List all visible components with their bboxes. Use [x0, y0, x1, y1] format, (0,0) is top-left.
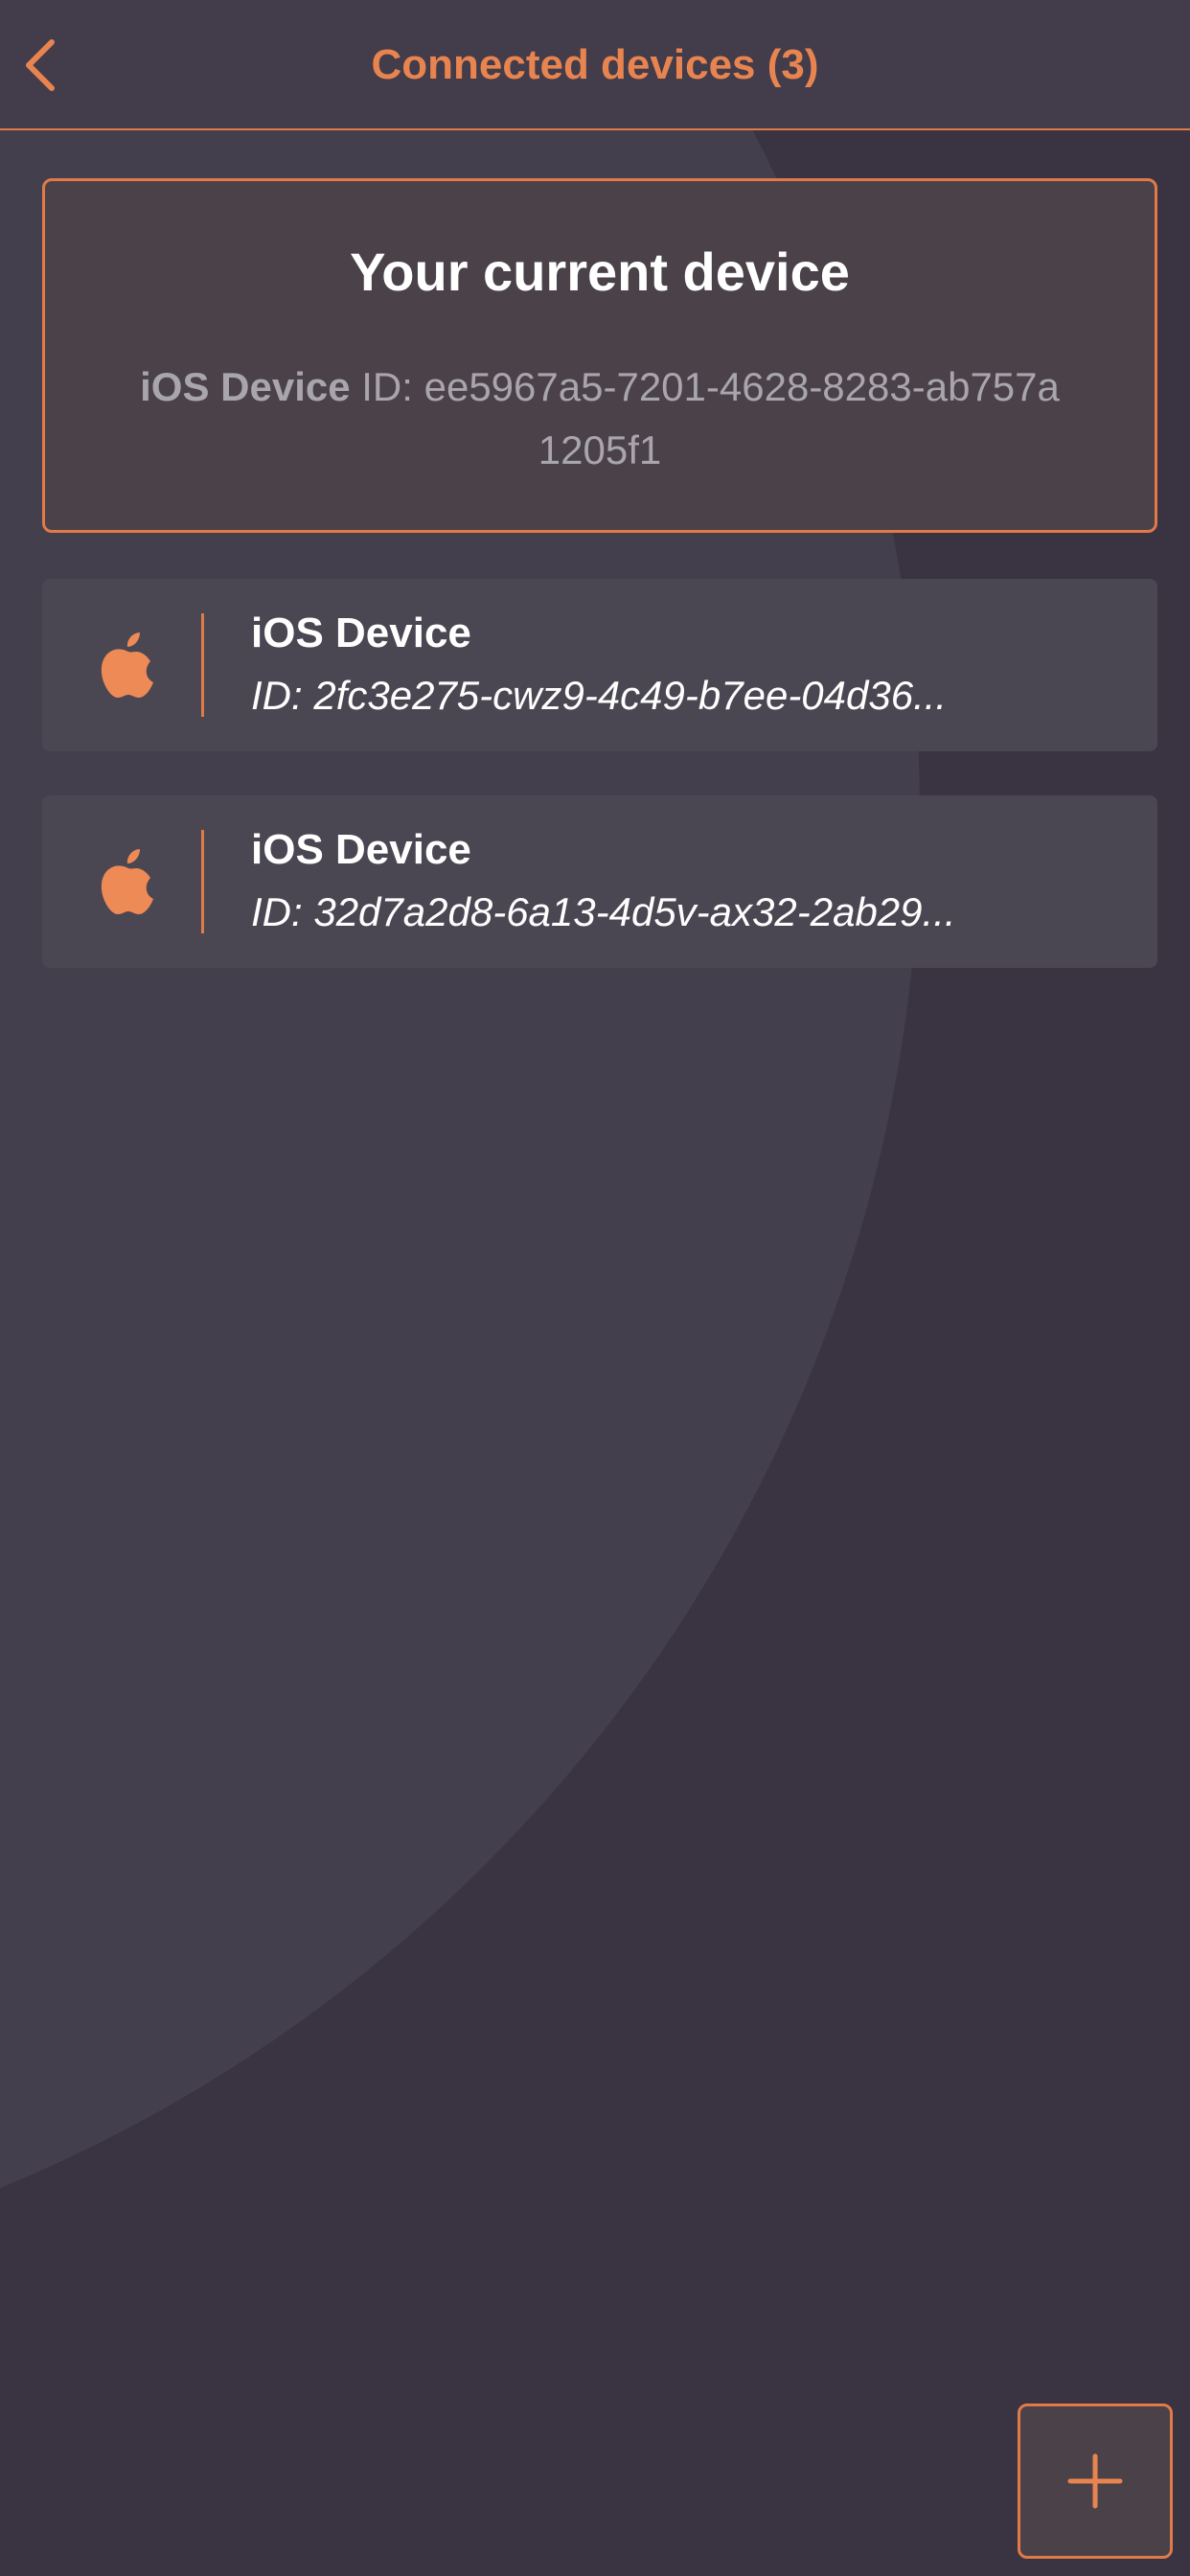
page-title: Connected devices (3): [371, 41, 819, 88]
device-divider: [201, 830, 204, 933]
plus-icon: [1067, 2453, 1123, 2509]
current-device-id-prefix: ID:: [350, 364, 424, 409]
device-name: iOS Device: [251, 826, 471, 873]
current-device-card: Your current device iOS Device ID: ee596…: [42, 178, 1157, 533]
current-device-title: Your current device: [350, 242, 850, 302]
apple-icon: [92, 629, 165, 702]
current-device-id: ee5967a5-7201-4628-8283-ab757a1205f1: [423, 364, 1060, 472]
device-list-item[interactable]: iOS Device ID: 32d7a2d8-6a13-4d5v-ax32-2…: [42, 795, 1157, 968]
add-device-button[interactable]: [1018, 2404, 1173, 2559]
device-divider: [201, 613, 204, 717]
device-name: iOS Device: [251, 610, 471, 656]
apple-icon: [92, 845, 165, 918]
current-device-name: iOS Device: [140, 364, 351, 409]
navigation-bar: Connected devices (3): [0, 0, 1190, 130]
device-id: ID: 2fc3e275-cwz9-4c49-b7ee-04d36...: [251, 673, 948, 718]
current-device-info: iOS Device ID: ee5967a5-7201-4628-8283-a…: [131, 356, 1068, 482]
device-list-item[interactable]: iOS Device ID: 2fc3e275-cwz9-4c49-b7ee-0…: [42, 579, 1157, 751]
device-id: ID: 32d7a2d8-6a13-4d5v-ax32-2ab29...: [251, 889, 956, 934]
